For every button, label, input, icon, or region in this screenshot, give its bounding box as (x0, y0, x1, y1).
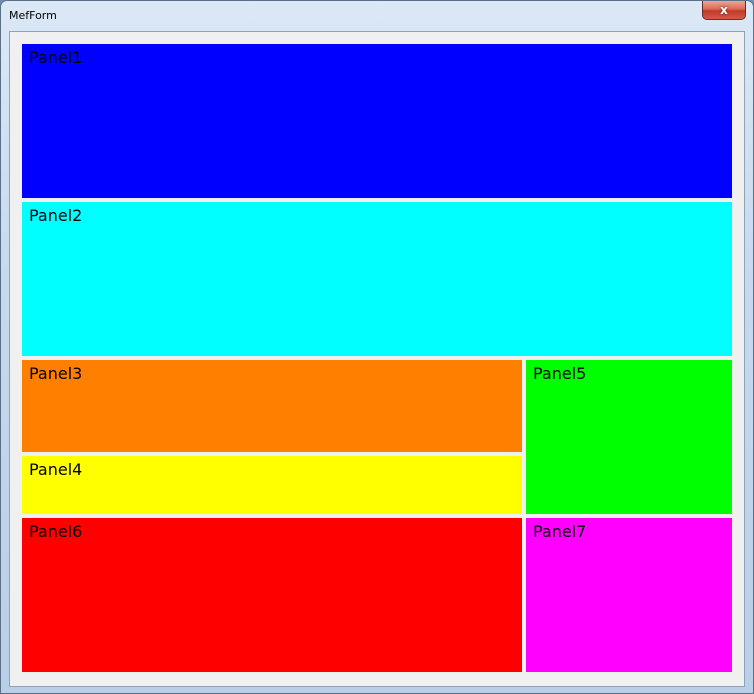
panel-6: Panel6 (22, 518, 522, 672)
panel-2-label: Panel2 (29, 206, 83, 225)
panel-1: Panel1 (22, 44, 732, 198)
title-bar[interactable]: MefForm x (1, 1, 753, 31)
panel-7: Panel7 (526, 518, 732, 672)
panel-6-label: Panel6 (29, 522, 83, 541)
form-client-area: Panel1 Panel2 Panel3 Panel4 Panel5 Panel… (9, 31, 745, 687)
panel-5-label: Panel5 (533, 364, 587, 383)
panel-1-label: Panel1 (29, 48, 83, 67)
panel-7-label: Panel7 (533, 522, 587, 541)
close-icon: x (720, 3, 728, 17)
panel-4: Panel4 (22, 456, 522, 514)
panel-3-label: Panel3 (29, 364, 83, 383)
panel-5: Panel5 (526, 360, 732, 514)
panel-4-label: Panel4 (29, 460, 83, 479)
close-button[interactable]: x (702, 1, 746, 20)
panel-2: Panel2 (22, 202, 732, 356)
mefform-window: MefForm x Panel1 Panel2 Panel3 Panel4 Pa… (0, 0, 754, 694)
window-title: MefForm (9, 9, 57, 22)
panel-3: Panel3 (22, 360, 522, 452)
